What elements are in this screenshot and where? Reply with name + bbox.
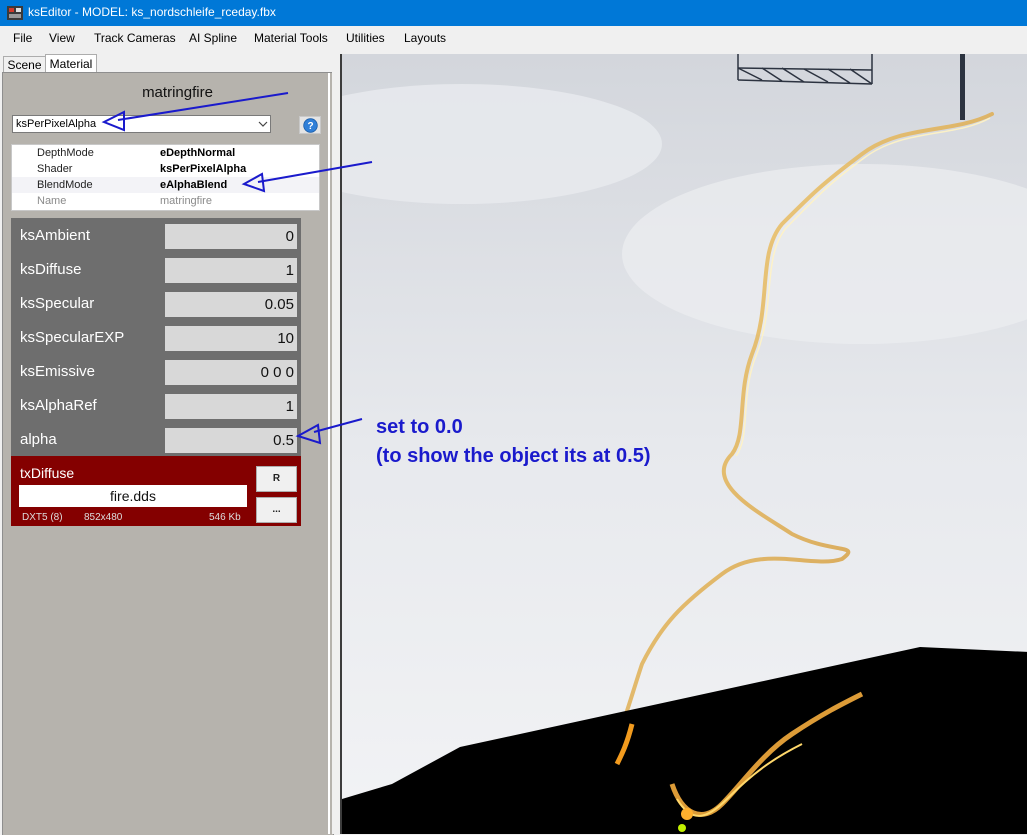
annotation-line-2: (to show the object its at 0.5) (376, 445, 651, 467)
annotation-line-1: set to 0.0 (376, 416, 463, 438)
annotation-text: set to 0.0 (to show the object its at 0.… (376, 413, 650, 471)
